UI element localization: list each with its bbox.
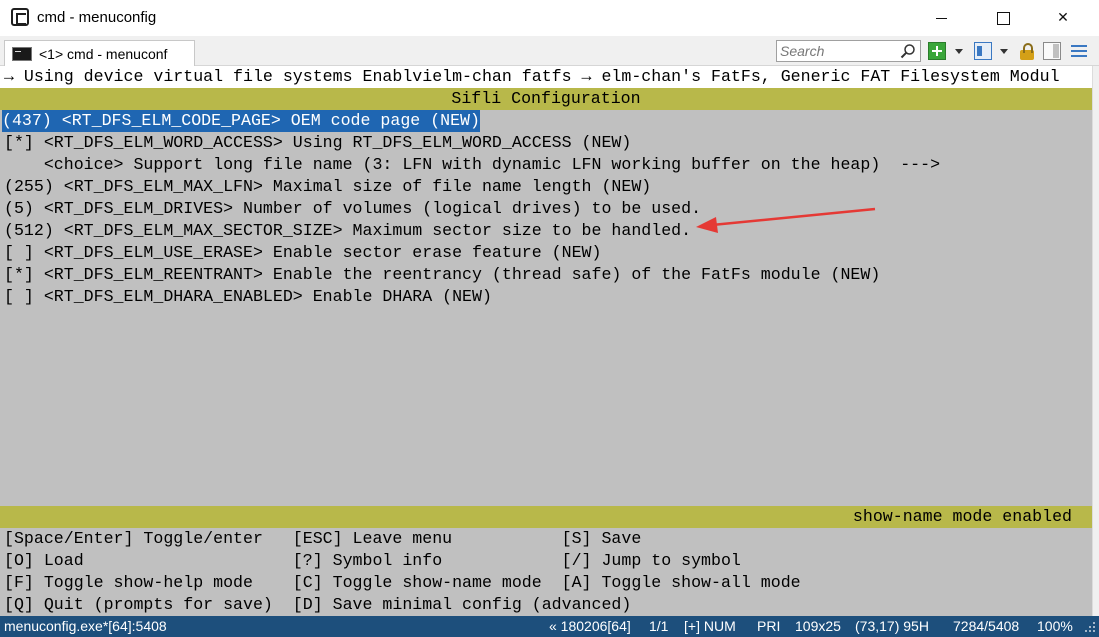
help-line: [Space/Enter] Toggle/enter [ESC] Leave m… (4, 529, 642, 548)
status-size: 109x25 (795, 618, 841, 634)
menu-item-long-file-name-choice[interactable]: <choice> Support long file name (3: LFN … (4, 154, 940, 176)
menu-item-word-access[interactable]: [*] <RT_DFS_ELM_WORD_ACCESS> Using RT_DF… (4, 132, 631, 154)
page-title: Sifli Configuration (451, 89, 641, 108)
add-console-icon[interactable] (928, 42, 946, 60)
menu-title-bar: Sifli Configuration (0, 88, 1092, 110)
search-icon[interactable] (900, 43, 916, 59)
menu-item-max-lfn[interactable]: (255) <RT_DFS_ELM_MAX_LFN> Maximal size … (4, 176, 651, 198)
status-zoom[interactable]: 100% (1037, 616, 1073, 637)
status-cursor: (73,17) 95H (855, 618, 929, 634)
minimize-button[interactable] (918, 0, 964, 36)
hamburger-menu-icon[interactable] (1070, 42, 1088, 60)
search-input[interactable] (780, 42, 898, 60)
conemu-app-icon[interactable] (11, 8, 29, 26)
console-area[interactable]: → Using device virtual file systems Enab… (0, 66, 1092, 616)
search-box[interactable] (776, 40, 921, 62)
status-priority: PRI (757, 618, 781, 634)
help-line: [Q] Quit (prompts for save) [D] Save min… (4, 595, 632, 614)
status-build: « 180206[64] (549, 618, 631, 634)
console-tab-label: <1> cmd - menuconf (39, 46, 168, 62)
help-line: [F] Toggle show-help mode [C] Toggle sho… (4, 573, 801, 592)
terminal-icon (12, 47, 32, 61)
window-layout-icon[interactable] (974, 42, 992, 60)
menu-item-use-erase[interactable]: [ ] <RT_DFS_ELM_USE_ERASE> Enable sector… (4, 242, 601, 264)
status-pane[interactable]: 1/1 (649, 616, 668, 637)
menu-item-dhara-enabled[interactable]: [ ] <RT_DFS_ELM_DHARA_ENABLED> Enable DH… (4, 286, 492, 308)
maximize-button[interactable] (980, 0, 1026, 36)
close-button[interactable] (1040, 0, 1086, 36)
status-keys: [+] NUM (684, 618, 736, 634)
menu-item-max-sector-size[interactable]: (512) <RT_DFS_ELM_MAX_SECTOR_SIZE> Maxim… (4, 220, 691, 242)
menu-item-reentrant[interactable]: [*] <RT_DFS_ELM_REENTRANT> Enable the re… (4, 264, 880, 286)
help-line: [O] Load [?] Symbol info [/] Jump to sym… (4, 551, 741, 570)
console-tab[interactable]: <1> cmd - menuconf (4, 40, 195, 66)
window-title: cmd - menuconfig (37, 9, 157, 26)
annotation-arrow-icon (696, 207, 876, 233)
menu-item-code-page[interactable]: (437) <RT_DFS_ELM_CODE_PAGE> OEM code pa… (2, 110, 480, 132)
status-bar: menuconfig.exe*[64]:5408 « 180206[64] 1/… (0, 616, 1099, 637)
mode-status-bar: show-name mode enabled (0, 506, 1092, 528)
chevron-down-icon[interactable] (1000, 49, 1008, 54)
resize-grip-icon[interactable] (1084, 621, 1096, 633)
panel-icon[interactable] (1043, 42, 1061, 60)
status-pid: 7284/5408 (953, 618, 1020, 634)
lock-icon[interactable] (1018, 42, 1036, 60)
chevron-down-icon[interactable] (955, 49, 963, 54)
breadcrumb: → Using device virtual file systems Enab… (0, 66, 1092, 88)
title-bar: cmd - menuconfig (0, 0, 1099, 36)
menu-item-drives[interactable]: (5) <RT_DFS_ELM_DRIVES> Number of volume… (4, 198, 701, 220)
status-process: menuconfig.exe*[64]:5408 (4, 618, 167, 634)
vertical-scrollbar[interactable] (1092, 66, 1099, 616)
mode-status: show-name mode enabled (852, 507, 1072, 526)
